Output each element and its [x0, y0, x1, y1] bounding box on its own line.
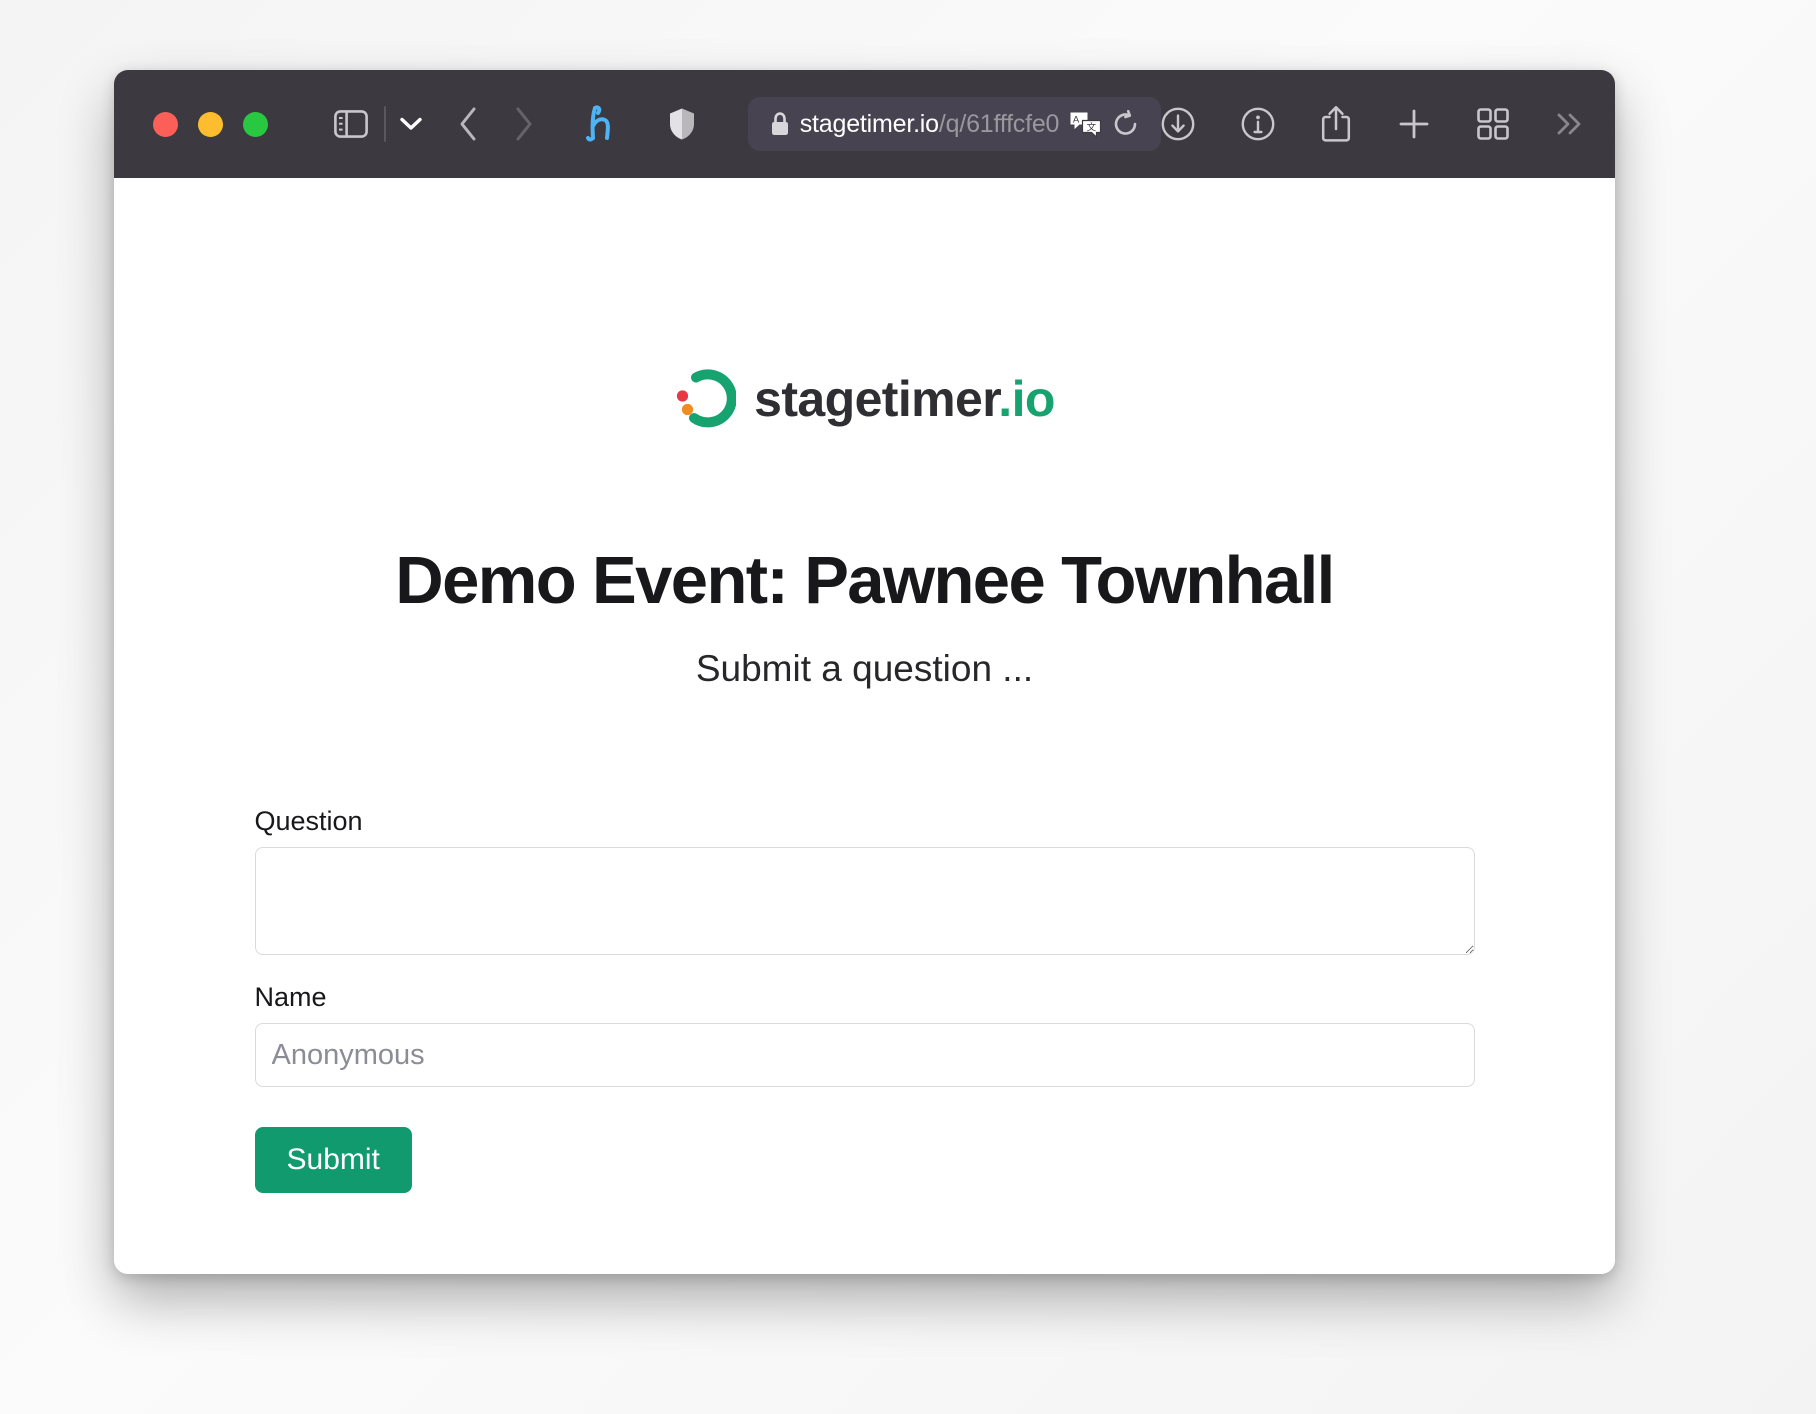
name-label: Name — [254, 982, 327, 1013]
sidebar-icon[interactable] — [334, 110, 368, 138]
question-input[interactable] — [254, 847, 1475, 956]
svg-text:A: A — [1073, 114, 1080, 125]
forward-icon — [514, 107, 534, 141]
question-label: Question — [254, 806, 363, 837]
close-window-button[interactable] — [153, 111, 178, 137]
logo-tld: .io — [998, 371, 1055, 427]
window-controls — [153, 111, 268, 137]
hypothesis-icon[interactable] — [586, 104, 620, 144]
stagetimer-logo[interactable]: stagetimer.io — [114, 178, 1615, 430]
maximize-window-button[interactable] — [243, 111, 268, 137]
translate-icon[interactable]: A 文 — [1069, 110, 1103, 138]
name-field-block: Name — [254, 982, 1475, 1088]
page-content: stagetimer.io Demo Event: Pawnee Townhal… — [114, 178, 1615, 1274]
navigation-controls — [458, 107, 534, 141]
address-bar[interactable]: stagetimer.io/q/61fffcfe0 A 文 — [748, 97, 1161, 151]
stagetimer-logo-mark-icon — [674, 368, 737, 430]
page-subtitle: Submit a question ... — [695, 648, 1034, 690]
submit-button[interactable]: Submit — [254, 1127, 412, 1194]
question-form: Question Name Submit — [254, 806, 1475, 1194]
question-field-block: Question — [254, 806, 1475, 956]
browser-window: stagetimer.io/q/61fffcfe0 A 文 stagetimer… — [114, 70, 1615, 1274]
downloads-icon[interactable] — [1161, 107, 1195, 141]
more-icon[interactable] — [1555, 110, 1585, 138]
share-icon[interactable] — [1321, 105, 1351, 143]
url-text: stagetimer.io/q/61fffcfe0 — [799, 109, 1060, 138]
logo-wordmark: stagetimer — [754, 371, 999, 427]
lock-icon — [770, 112, 790, 136]
back-icon[interactable] — [458, 107, 478, 141]
reload-icon[interactable] — [1113, 110, 1139, 138]
browser-toolbar: stagetimer.io/q/61fffcfe0 A 文 — [114, 70, 1615, 178]
chevron-down-icon[interactable] — [400, 117, 422, 131]
desktop-backdrop: stagetimer.io/q/61fffcfe0 A 文 stagetimer… — [0, 0, 1816, 1414]
svg-text:文: 文 — [1087, 121, 1097, 133]
sidebar-controls — [334, 106, 422, 142]
new-tab-icon[interactable] — [1397, 107, 1431, 141]
name-input[interactable] — [254, 1023, 1475, 1088]
extension-icons — [586, 104, 696, 144]
tab-overview-icon[interactable] — [1477, 108, 1509, 140]
info-icon[interactable] — [1241, 107, 1275, 141]
stagetimer-logo-text: stagetimer.io — [754, 370, 1055, 428]
toolbar-right-icons — [1161, 105, 1591, 143]
minimize-window-button[interactable] — [198, 111, 223, 137]
page-title: Demo Event: Pawnee Townhall — [395, 543, 1335, 618]
shield-icon[interactable] — [668, 107, 696, 141]
toolbar-separator — [384, 106, 386, 142]
